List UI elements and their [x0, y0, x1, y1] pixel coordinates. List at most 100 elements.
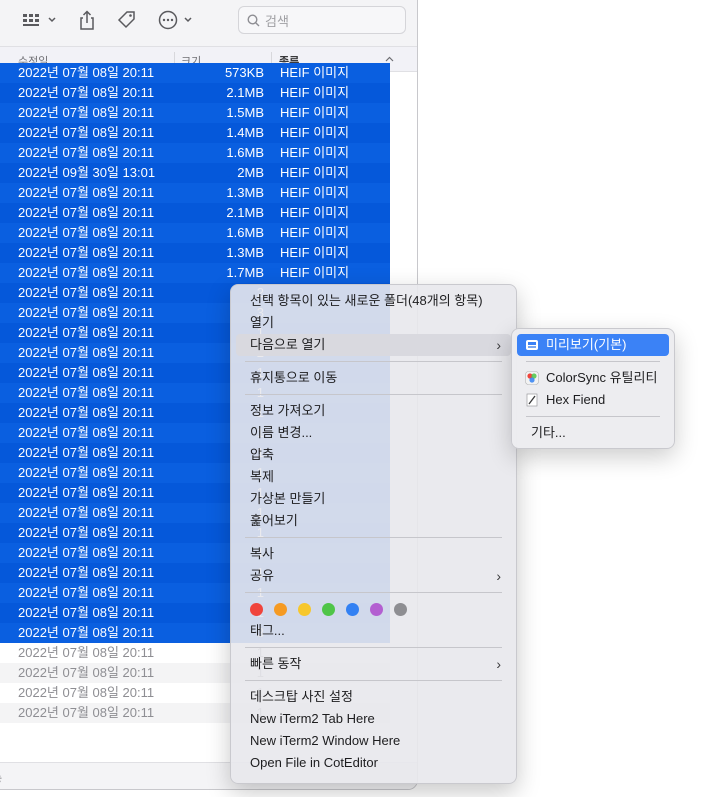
- file-row[interactable]: 2022년 07월 08일 20:11 1.6MB HEIF 이미지: [0, 143, 390, 163]
- file-kind: HEIF 이미지: [280, 145, 350, 160]
- file-modified-date: 2022년 07월 08일 20:11: [18, 565, 155, 580]
- file-modified-date: 2022년 07월 08일 20:11: [18, 545, 155, 560]
- menu-get-info[interactable]: 정보 가져오기: [236, 400, 511, 422]
- file-size: 1.3MB: [226, 245, 264, 260]
- menu-open-in-coteditor[interactable]: Open File in CotEditor: [236, 752, 511, 774]
- file-row[interactable]: 2022년 07월 08일 20:11 573KB HEIF 이미지: [0, 63, 390, 83]
- file-row[interactable]: 2022년 07월 08일 20:11 1.3MB HEIF 이미지: [0, 243, 390, 263]
- view-options-button[interactable]: [20, 8, 58, 32]
- file-modified-date: 2022년 07월 08일 20:11: [18, 525, 155, 540]
- menu-iterm-window[interactable]: New iTerm2 Window Here: [236, 730, 511, 752]
- menu-divider: [245, 537, 502, 538]
- tag-color-dot[interactable]: [394, 602, 407, 616]
- file-modified-date: 2022년 07월 08일 20:11: [18, 85, 155, 100]
- file-modified-date: 2022년 07월 08일 20:11: [18, 205, 155, 220]
- menu-open-with[interactable]: 다음으로 열기 ›: [236, 334, 511, 356]
- tag-color-dot[interactable]: [274, 602, 287, 616]
- file-modified-date: 2022년 07월 08일 20:11: [18, 185, 155, 200]
- file-modified-date: 2022년 07월 08일 20:11: [18, 645, 155, 660]
- file-modified-date: 2022년 07월 08일 20:11: [18, 125, 155, 140]
- file-kind: HEIF 이미지: [280, 65, 350, 80]
- search-icon: [247, 13, 260, 26]
- file-size: 1.4MB: [226, 125, 264, 140]
- menu-share-label: 공유: [250, 568, 274, 583]
- menu-share[interactable]: 공유 ›: [236, 565, 511, 587]
- tag-button[interactable]: [114, 8, 138, 32]
- menu-tags[interactable]: 태그...: [236, 620, 511, 642]
- file-kind: HEIF 이미지: [280, 185, 350, 200]
- open-with-submenu: 미리보기(기본) ColorSync 유틸리티 Hex Fiend 기타...: [511, 328, 675, 449]
- submenu-colorsync-label: ColorSync 유틸리티: [546, 370, 658, 385]
- file-row[interactable]: 2022년 07월 08일 20:11 1.6MB HEIF 이미지: [0, 223, 390, 243]
- file-modified-date: 2022년 07월 08일 20:11: [18, 605, 155, 620]
- menu-iterm-tab[interactable]: New iTerm2 Tab Here: [236, 708, 511, 730]
- hexfiend-app-icon: [525, 393, 539, 407]
- menu-quick-actions-label: 빠른 동작: [250, 656, 302, 671]
- menu-open[interactable]: 열기: [236, 312, 511, 334]
- file-kind: HEIF 이미지: [280, 85, 350, 100]
- ellipsis-circle-icon: [158, 10, 192, 30]
- file-kind: HEIF 이미지: [280, 245, 350, 260]
- file-modified-date: 2022년 07월 08일 20:11: [18, 225, 155, 240]
- tag-color-dot[interactable]: [370, 602, 383, 616]
- preview-app-icon: [525, 338, 539, 352]
- tag-color-dot[interactable]: [250, 602, 263, 616]
- submenu-divider: [526, 416, 660, 417]
- menu-move-to-trash[interactable]: 휴지통으로 이동: [236, 367, 511, 389]
- menu-divider: [245, 647, 502, 648]
- file-modified-date: 2022년 07월 08일 20:11: [18, 365, 155, 380]
- menu-duplicate[interactable]: 복제: [236, 466, 511, 488]
- file-modified-date: 2022년 07월 08일 20:11: [18, 245, 155, 260]
- file-row[interactable]: 2022년 07월 08일 20:11 2.1MB HEIF 이미지: [0, 203, 390, 223]
- file-row[interactable]: 2022년 07월 08일 20:11 1.7MB HEIF 이미지: [0, 263, 390, 283]
- menu-quick-actions[interactable]: 빠른 동작 ›: [236, 653, 511, 675]
- menu-copy[interactable]: 복사: [236, 543, 511, 565]
- file-size: 1.7MB: [226, 265, 264, 280]
- file-row[interactable]: 2022년 07월 08일 20:11 1.5MB HEIF 이미지: [0, 103, 390, 123]
- menu-quick-look[interactable]: 훑어보기: [236, 510, 511, 532]
- tag-color-dot[interactable]: [298, 602, 311, 616]
- file-kind: HEIF 이미지: [280, 105, 350, 120]
- file-kind: HEIF 이미지: [280, 125, 350, 140]
- share-button[interactable]: [76, 8, 98, 32]
- menu-open-with-label: 다음으로 열기: [250, 337, 326, 352]
- file-size: 573KB: [224, 65, 264, 80]
- menu-set-desktop-picture[interactable]: 데스크탑 사진 설정: [236, 686, 511, 708]
- file-modified-date: 2022년 07월 08일 20:11: [18, 265, 155, 280]
- file-modified-date: 2022년 07월 08일 20:11: [18, 465, 155, 480]
- chevron-right-icon: ›: [496, 568, 501, 584]
- chevron-right-icon: ›: [496, 337, 501, 353]
- search-placeholder: 검색: [265, 13, 289, 29]
- menu-new-folder-with-selection[interactable]: 선택 항목이 있는 새로운 폴더(48개의 항목): [236, 290, 511, 312]
- file-size: 1.3MB: [226, 185, 264, 200]
- action-menu-button[interactable]: [157, 8, 195, 32]
- file-row[interactable]: 2022년 07월 08일 20:11 1.3MB HEIF 이미지: [0, 183, 390, 203]
- toolbar: 검색: [0, 0, 417, 46]
- file-modified-date: 2022년 07월 08일 20:11: [18, 305, 155, 320]
- sort-ascending-icon: [385, 56, 394, 62]
- file-row[interactable]: 2022년 07월 08일 20:11 1.4MB HEIF 이미지: [0, 123, 390, 143]
- search-field[interactable]: 검색: [238, 6, 406, 34]
- tag-color-dot[interactable]: [346, 602, 359, 616]
- submenu-colorsync[interactable]: ColorSync 유틸리티: [517, 367, 669, 389]
- menu-divider: [245, 680, 502, 681]
- tag-color-row: [236, 598, 511, 620]
- submenu-preview[interactable]: 미리보기(기본): [517, 334, 669, 356]
- menu-rename[interactable]: 이름 변경...: [236, 422, 511, 444]
- status-text: 능: [0, 770, 2, 786]
- file-row[interactable]: 2022년 09월 30일 13:01 2MB HEIF 이미지: [0, 163, 390, 183]
- menu-divider: [245, 592, 502, 593]
- submenu-hexfiend[interactable]: Hex Fiend: [517, 389, 669, 411]
- menu-compress[interactable]: 압축: [236, 444, 511, 466]
- tag-color-dot[interactable]: [322, 602, 335, 616]
- file-modified-date: 2022년 07월 08일 20:11: [18, 685, 155, 700]
- tag-icon: [117, 11, 135, 29]
- file-modified-date: 2022년 09월 30일 13:01: [18, 165, 156, 180]
- menu-make-alias[interactable]: 가상본 만들기: [236, 488, 511, 510]
- file-size: 2.1MB: [226, 85, 264, 100]
- submenu-divider: [526, 361, 660, 362]
- submenu-other[interactable]: 기타...: [517, 422, 669, 444]
- submenu-hexfiend-label: Hex Fiend: [546, 392, 606, 407]
- grid-icon: [23, 14, 56, 26]
- file-row[interactable]: 2022년 07월 08일 20:11 2.1MB HEIF 이미지: [0, 83, 390, 103]
